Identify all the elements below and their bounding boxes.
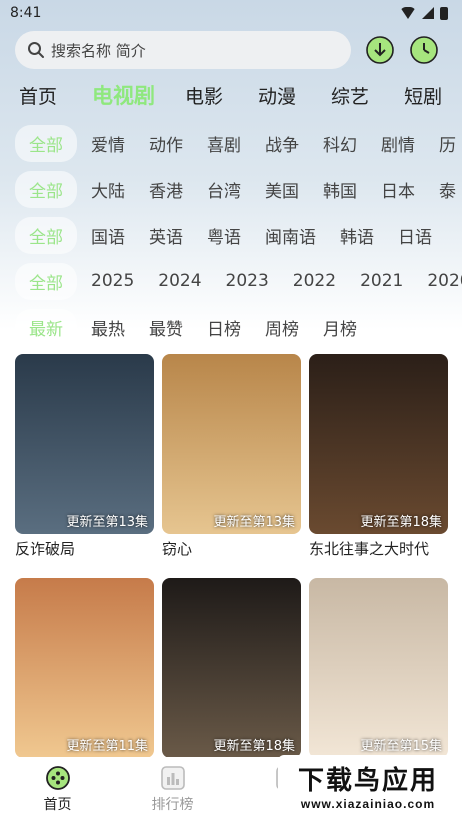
- filter-chip[interactable]: 全部: [15, 170, 77, 208]
- watermark-url: www.xiazainiao.com: [300, 796, 436, 811]
- filter-chip[interactable]: 日语: [398, 223, 432, 248]
- episode-badge: 更新至第13集: [213, 515, 295, 530]
- show-title: 窃心: [162, 540, 193, 558]
- poster-image[interactable]: 更新至第15集: [309, 578, 448, 758]
- status-bar: 8:41: [0, 0, 462, 26]
- tab-variety[interactable]: 综艺: [331, 82, 369, 109]
- filter-chip[interactable]: 2020: [427, 271, 462, 291]
- filter-chip[interactable]: 粤语: [207, 223, 241, 248]
- episode-badge: 更新至第18集: [360, 515, 442, 530]
- download-icon[interactable]: [365, 35, 395, 65]
- poster-art: [309, 354, 448, 534]
- filter-chip[interactable]: 科幻: [323, 131, 357, 156]
- filter-chip[interactable]: 全部: [15, 216, 77, 254]
- show-card[interactable]: 更新至第13集 反诈破局: [15, 354, 154, 568]
- poster-art: [15, 354, 154, 534]
- poster-art: [15, 578, 154, 758]
- filter-chip[interactable]: 爱情: [91, 131, 125, 156]
- tab-home[interactable]: 首页: [19, 82, 57, 109]
- filter-chip[interactable]: 2025: [91, 271, 134, 291]
- filter-chip[interactable]: 2021: [360, 271, 403, 291]
- nav-label: 排行榜: [151, 796, 194, 813]
- poster-image[interactable]: 更新至第11集: [15, 578, 154, 758]
- episode-badge: 更新至第15集: [360, 739, 442, 754]
- filter-chip[interactable]: 全部: [15, 124, 77, 162]
- poster-image[interactable]: 更新至第13集: [15, 354, 154, 534]
- nav-home[interactable]: 首页: [0, 765, 115, 814]
- filter-chip[interactable]: 最赞: [149, 315, 183, 340]
- gamepad-icon: [45, 765, 70, 790]
- filter-chip[interactable]: 喜剧: [207, 131, 241, 156]
- search-icon: [28, 42, 44, 58]
- show-title: 东北往事之大时代: [309, 540, 430, 558]
- status-time: 8:41: [10, 5, 42, 21]
- chart-icon: [160, 765, 185, 790]
- status-icons: [400, 6, 448, 20]
- filter-chip[interactable]: 周榜: [265, 315, 299, 340]
- show-card[interactable]: 更新至第13集 窃心: [162, 354, 301, 568]
- filter-chip[interactable]: 国语: [91, 223, 125, 248]
- tab-short-drama[interactable]: 短剧: [404, 82, 442, 109]
- filter-chip[interactable]: 2023: [226, 271, 269, 291]
- tab-movies[interactable]: 电影: [185, 82, 223, 109]
- filter-chip[interactable]: 月榜: [323, 315, 357, 340]
- nav-label: 首页: [43, 796, 72, 813]
- episode-badge: 更新至第18集: [213, 739, 295, 754]
- poster-art: [162, 578, 301, 758]
- filter-chip[interactable]: 历: [439, 131, 456, 156]
- filter-chip[interactable]: 全部: [15, 262, 77, 300]
- filter-chip[interactable]: 台湾: [207, 177, 241, 202]
- filter-chip[interactable]: 大陆: [91, 177, 125, 202]
- filter-row-sort: 最新 最热 最赞 日榜 周榜 月榜: [0, 304, 462, 350]
- filter-chip[interactable]: 战争: [265, 131, 299, 156]
- filter-chip[interactable]: 英语: [149, 223, 183, 248]
- filter-chip[interactable]: 香港: [149, 177, 183, 202]
- episode-badge: 更新至第11集: [66, 739, 148, 754]
- search-row: 搜索名称 简介: [0, 26, 462, 70]
- battery-icon: [440, 6, 448, 20]
- filter-chip[interactable]: 闽南语: [265, 223, 316, 248]
- poster-image[interactable]: 更新至第13集: [162, 354, 301, 534]
- filter-chip[interactable]: 2024: [158, 271, 201, 291]
- history-icon[interactable]: [409, 35, 439, 65]
- filter-chip[interactable]: 泰: [439, 177, 456, 202]
- poster-art: [162, 354, 301, 534]
- tab-anime[interactable]: 动漫: [258, 82, 296, 109]
- filter-row-language: 全部 国语 英语 粤语 闽南语 韩语 日语: [0, 212, 462, 258]
- filter-chip[interactable]: 韩语: [340, 223, 374, 248]
- filter-row-region: 全部 大陆 香港 台湾 美国 韩国 日本 泰: [0, 166, 462, 212]
- watermark-text: 下载鸟应用: [297, 765, 438, 796]
- poster-art: [309, 578, 448, 758]
- poster-image[interactable]: 更新至第18集: [309, 354, 448, 534]
- show-title: 反诈破局: [15, 540, 76, 558]
- search-input[interactable]: 搜索名称 简介: [15, 31, 351, 69]
- filter-chip[interactable]: 最热: [91, 315, 125, 340]
- filter-row-genre: 全部 爱情 动作 喜剧 战争 科幻 剧情 历: [0, 120, 462, 166]
- signal-icon: [422, 7, 434, 19]
- show-card[interactable]: 更新至第18集 东北往事之大时代: [309, 354, 448, 568]
- search-placeholder: 搜索名称 简介: [51, 41, 146, 60]
- poster-image[interactable]: 更新至第18集: [162, 578, 301, 758]
- filter-chip[interactable]: 最新: [15, 308, 77, 346]
- filter-chip[interactable]: 日榜: [207, 315, 241, 340]
- watermark-logo: 下载鸟应用 www.xiazainiao.com: [278, 755, 458, 815]
- wifi-icon: [400, 7, 416, 19]
- filter-row-year: 全部 2025 2024 2023 2022 2021 2020: [0, 258, 462, 304]
- filter-chip[interactable]: 剧情: [381, 131, 415, 156]
- filter-chip[interactable]: 美国: [265, 177, 299, 202]
- filter-chip[interactable]: 2022: [293, 271, 336, 291]
- nav-ranking[interactable]: 排行榜: [115, 765, 230, 814]
- category-tabs: 首页 电视剧 电影 动漫 综艺 短剧: [0, 70, 462, 120]
- episode-badge: 更新至第13集: [66, 515, 148, 530]
- tab-tv-series[interactable]: 电视剧: [92, 80, 155, 110]
- filter-chip[interactable]: 韩国: [323, 177, 357, 202]
- filter-chip[interactable]: 动作: [149, 131, 183, 156]
- filter-chip[interactable]: 日本: [381, 177, 415, 202]
- content-grid: 更新至第13集 反诈破局 更新至第13集 窃心 更新至第18集 东北往事之大时代: [0, 350, 462, 802]
